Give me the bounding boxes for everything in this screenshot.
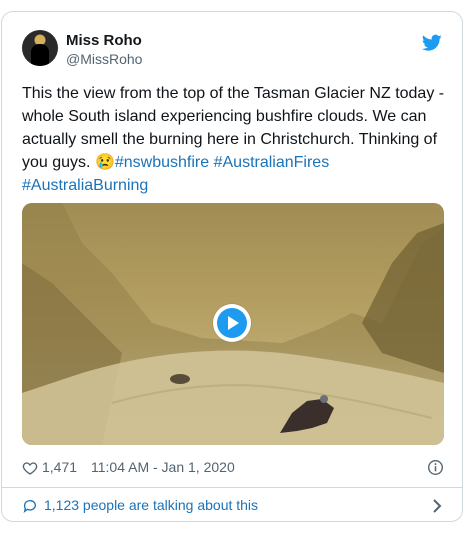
video-thumbnail[interactable] [22,203,444,445]
crying-emoji: 😢 [94,154,115,171]
tweet-meta: 1,471 11:04 AM - Jan 1, 2020 [22,458,444,480]
divider [2,487,462,488]
play-button[interactable] [213,304,251,342]
conversation-link[interactable]: 1,123 people are talking about this [22,496,444,516]
info-icon[interactable] [427,459,444,476]
comment-bubble-icon [23,500,36,513]
twitter-bird-icon[interactable] [422,34,442,52]
play-icon [228,316,239,330]
hashtag-australiaburning[interactable]: #AustraliaBurning [22,177,148,194]
talking-about-text[interactable]: 1,123 people are talking about this [44,497,258,513]
hashtag-nswbushfire[interactable]: #nswbushfire [115,154,209,171]
hashtag-australianfires[interactable]: #AustralianFires [214,154,330,171]
chevron-right-icon[interactable] [432,499,442,513]
author-name[interactable]: Miss Roho [66,32,142,49]
like-count[interactable]: 1,471 [42,459,77,475]
tweet-header: Miss Roho @MissRoho [22,30,444,70]
tweet-text: This the view from the top of the Tasman… [22,82,447,197]
author-handle[interactable]: @MissRoho [66,51,142,67]
tweet-card: Miss Roho @MissRoho This the view from t… [1,11,463,522]
avatar[interactable] [22,30,58,66]
heart-icon[interactable] [22,460,38,476]
timestamp[interactable]: 11:04 AM - Jan 1, 2020 [91,459,235,475]
